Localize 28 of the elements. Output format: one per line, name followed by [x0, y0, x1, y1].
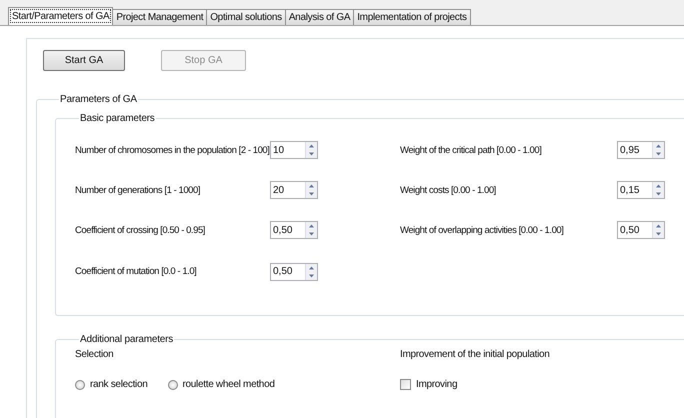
group-title: Basic parameters — [79, 113, 156, 124]
number-spinner[interactable]: 0,50 — [270, 221, 318, 239]
tab[interactable]: Project Management — [112, 9, 208, 25]
tab[interactable]: Implementation of projects — [353, 9, 471, 25]
field-label: Weight of the critical path [0.00 - 1.00] — [400, 144, 542, 156]
number-spinner[interactable]: 0,95 — [617, 141, 665, 159]
radio-option[interactable]: rank selection — [75, 379, 148, 390]
field-label: Number of chromosomes in the population [2 - 100] — [75, 144, 270, 156]
number-spinner[interactable]: 10 — [270, 141, 318, 159]
group-title: Additional parameters — [79, 334, 174, 345]
start-button[interactable]: Start GA — [43, 50, 125, 71]
tab[interactable]: Analysis of GA — [284, 9, 354, 25]
radio-option[interactable]: roulette wheel method — [168, 379, 275, 390]
group-title: Parameters of GA — [59, 94, 138, 105]
number-spinner[interactable]: 0,50 — [270, 262, 318, 280]
checkbox-option[interactable]: Improving — [400, 379, 670, 390]
number-spinner[interactable]: 0,15 — [617, 181, 665, 199]
tab[interactable]: Start/Parameters of GA — [8, 7, 114, 25]
field-label: Number of generations [1 - 1000] — [75, 184, 202, 196]
field-label: Coefficient of crossing [0.50 - 0.95] — [75, 224, 206, 236]
field-label: Weight costs [0.00 - 1.00] — [400, 184, 497, 196]
section-label: Selection — [75, 349, 114, 360]
section-label: Improvement of the initial population — [400, 349, 551, 360]
number-spinner[interactable]: 20 — [270, 181, 318, 199]
field-label: Weight of overlapping activities [0.00 - 1.00] — [400, 224, 564, 236]
number-spinner[interactable]: 0,50 — [617, 221, 665, 239]
tab[interactable]: Optimal solutions — [206, 9, 286, 25]
field-label: Coefficient of mutation [0.0 - 1.0] — [75, 266, 198, 277]
